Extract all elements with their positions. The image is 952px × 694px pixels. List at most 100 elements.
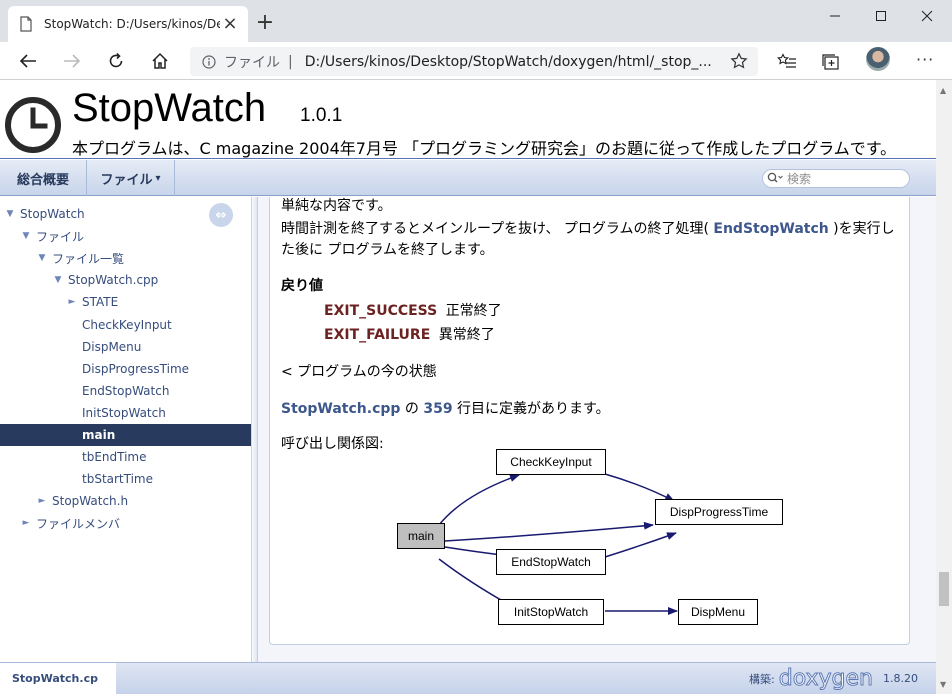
vertical-scrollbar[interactable]: ▲ ▼ [936, 80, 952, 694]
collapsed-arrow-icon[interactable]: ► [36, 496, 48, 506]
tree-item-label: ファイル一覧 [52, 251, 125, 266]
breadcrumb-arrow [98, 663, 106, 694]
edge-endstopwatch-dispprogresstime [604, 532, 677, 558]
refresh-icon [109, 52, 123, 68]
tree-item-label: ファイル [36, 229, 85, 244]
edge-checkkeyinput-dispprogresstime [604, 473, 675, 502]
generated-by-label: 構築: [749, 672, 775, 686]
tree-item[interactable]: ▼ ファイル一覧 [0, 247, 251, 269]
maximize-button[interactable] [858, 0, 904, 32]
tree-item[interactable]: main [0, 424, 251, 446]
minimize-button[interactable] [812, 0, 858, 32]
home-icon [152, 52, 168, 69]
doc-line-2-pre: 時間計測を終了するとメインループを抜け、 プログラムの終了処理( [281, 221, 714, 237]
collapsed-arrow-icon[interactable]: ► [66, 297, 78, 307]
url-field[interactable]: ファイル | D:/Users/kinos/Desktop/StopWatch/… [190, 47, 758, 76]
clock-logo-icon [5, 97, 61, 153]
tree-item[interactable]: DispMenu [0, 336, 251, 358]
more-menu-icon[interactable]: ··· [916, 50, 934, 69]
graph-node-main: main [397, 523, 445, 549]
title-area: StopWatch 1.0.1 本プログラムは、C magazine 2004年… [0, 80, 936, 159]
tree-item[interactable]: ▼ ファイル [0, 225, 251, 247]
doc-line-2-post: )を実行し [828, 221, 895, 237]
back-button[interactable] [14, 48, 42, 74]
link-endstopwatch[interactable]: EndStopWatch [713, 221, 828, 237]
graph-node-dispmenu[interactable]: DispMenu [678, 599, 758, 625]
url-text: D:/Users/kinos/Desktop/StopWatch/doxygen… [304, 53, 712, 70]
tab-main-page[interactable]: 総合概要 [0, 160, 87, 196]
collections-icon[interactable] [820, 51, 842, 73]
info-icon [202, 54, 216, 69]
link-line-number[interactable]: 359 [423, 401, 452, 417]
favorite-star-icon[interactable] [730, 52, 748, 74]
project-number: 1.0.1 [300, 105, 343, 126]
graph-node-checkkeyinput[interactable]: CheckKeyInput [496, 449, 606, 475]
retval-row: EXIT_FAILURE 異常終了 [324, 324, 495, 344]
tree-item[interactable]: ► StopWatch.h [0, 490, 251, 512]
graph-node-endstopwatch[interactable]: EndStopWatch [496, 549, 606, 575]
scroll-thumb[interactable] [939, 572, 949, 606]
tree-item[interactable]: ▼ StopWatch.cpp [0, 269, 251, 291]
definition-mid: の [400, 401, 424, 417]
tab-files[interactable]: ファイル ▾ [87, 160, 175, 196]
expanded-arrow-icon[interactable]: ▼ [52, 275, 64, 285]
maximize-icon [876, 11, 886, 21]
tree-item-label: STATE [82, 295, 119, 310]
collapsed-arrow-icon[interactable]: ► [20, 518, 32, 528]
close-tab-icon[interactable]: × [220, 15, 240, 33]
sync-toggle-icon[interactable]: ⇔ [209, 203, 233, 227]
tree-item-label: tbEndTime [82, 450, 147, 465]
project-name: StopWatch [72, 86, 267, 130]
generated-by: 構築: doxygen 1.8.20 [749, 666, 918, 692]
expanded-arrow-icon[interactable]: ▼ [20, 231, 32, 241]
tree-item[interactable]: CheckKeyInput [0, 314, 251, 336]
search-placeholder: 検索 [787, 172, 812, 186]
tree-item-label: StopWatch.cpp [68, 273, 159, 288]
retval-name: EXIT_FAILURE [324, 327, 431, 343]
link-stopwatch-cpp[interactable]: StopWatch.cpp [281, 401, 400, 417]
doc-line-2: 時間計測を終了するとメインループを抜け、 プログラムの終了処理( EndStop… [281, 218, 895, 238]
side-nav-tree: ▼ StopWatch ▼ ファイル ▼ ファイル一覧 ▼ StopWatch.cpp ► STA… [0, 197, 252, 662]
chevron-down-icon: ▾ [155, 172, 161, 184]
expanded-arrow-icon[interactable]: ▼ [36, 253, 48, 263]
refresh-button[interactable] [102, 48, 130, 74]
tree-item[interactable]: EndStopWatch [0, 380, 251, 402]
favorites-list-icon[interactable] [776, 51, 798, 73]
edge-main-checkkeyinput [438, 474, 520, 526]
tree-item-label: tbStartTime [82, 472, 154, 487]
tree-item[interactable]: tbEndTime [0, 446, 251, 468]
home-button[interactable] [146, 48, 174, 74]
close-window-button[interactable] [904, 0, 950, 32]
callgraph-label: 呼び出し関係図: [281, 436, 384, 452]
state-note: < プログラムの今の状態 [281, 364, 437, 380]
tree-item[interactable]: ► STATE [0, 291, 251, 313]
scroll-down-icon[interactable]: ▼ [940, 680, 946, 689]
doc-line-1: 単純な内容です。 [281, 198, 392, 214]
search-input[interactable]: 検索 [762, 169, 910, 188]
tree-item[interactable]: InitStopWatch [0, 402, 251, 424]
tree-item[interactable]: ► ファイルメンバ [0, 512, 251, 534]
edge-main-dispprogresstime [444, 521, 654, 542]
url-separator: | [288, 53, 293, 70]
scroll-up-icon[interactable]: ▲ [940, 86, 946, 95]
graph-node-dispprogresstime[interactable]: DispProgressTime [655, 499, 783, 525]
retval-name: EXIT_SUCCESS [324, 303, 438, 319]
new-tab-button[interactable]: + [254, 12, 276, 34]
graph-node-initstopwatch[interactable]: InitStopWatch [498, 599, 604, 625]
profile-avatar[interactable] [866, 47, 890, 71]
retval-desc: 異常終了 [438, 327, 495, 343]
browser-tab-strip: StopWatch: D:/Users/kinos/Deskt × + [0, 0, 952, 42]
tree-item-label: main [82, 428, 116, 442]
tree-item-label: EndStopWatch [82, 383, 170, 398]
doxygen-logo[interactable]: doxygen [778, 666, 873, 692]
minimize-icon [830, 15, 840, 17]
browser-tab[interactable]: StopWatch: D:/Users/kinos/Deskt × [8, 6, 248, 42]
expanded-arrow-icon[interactable]: ▼ [4, 209, 16, 219]
tree-item[interactable]: tbStartTime [0, 468, 251, 490]
tree-item[interactable]: DispProgressTime [0, 358, 251, 380]
tree-item-label: DispMenu [82, 339, 142, 354]
forward-button[interactable] [58, 48, 86, 74]
nav-path-footer: StopWatch.cpp 構築: doxygen 1.8.20 [0, 662, 936, 694]
doc-line-3: た後に プログラムを終了します。 [281, 242, 494, 258]
retval-heading: 戻り値 [281, 278, 323, 294]
